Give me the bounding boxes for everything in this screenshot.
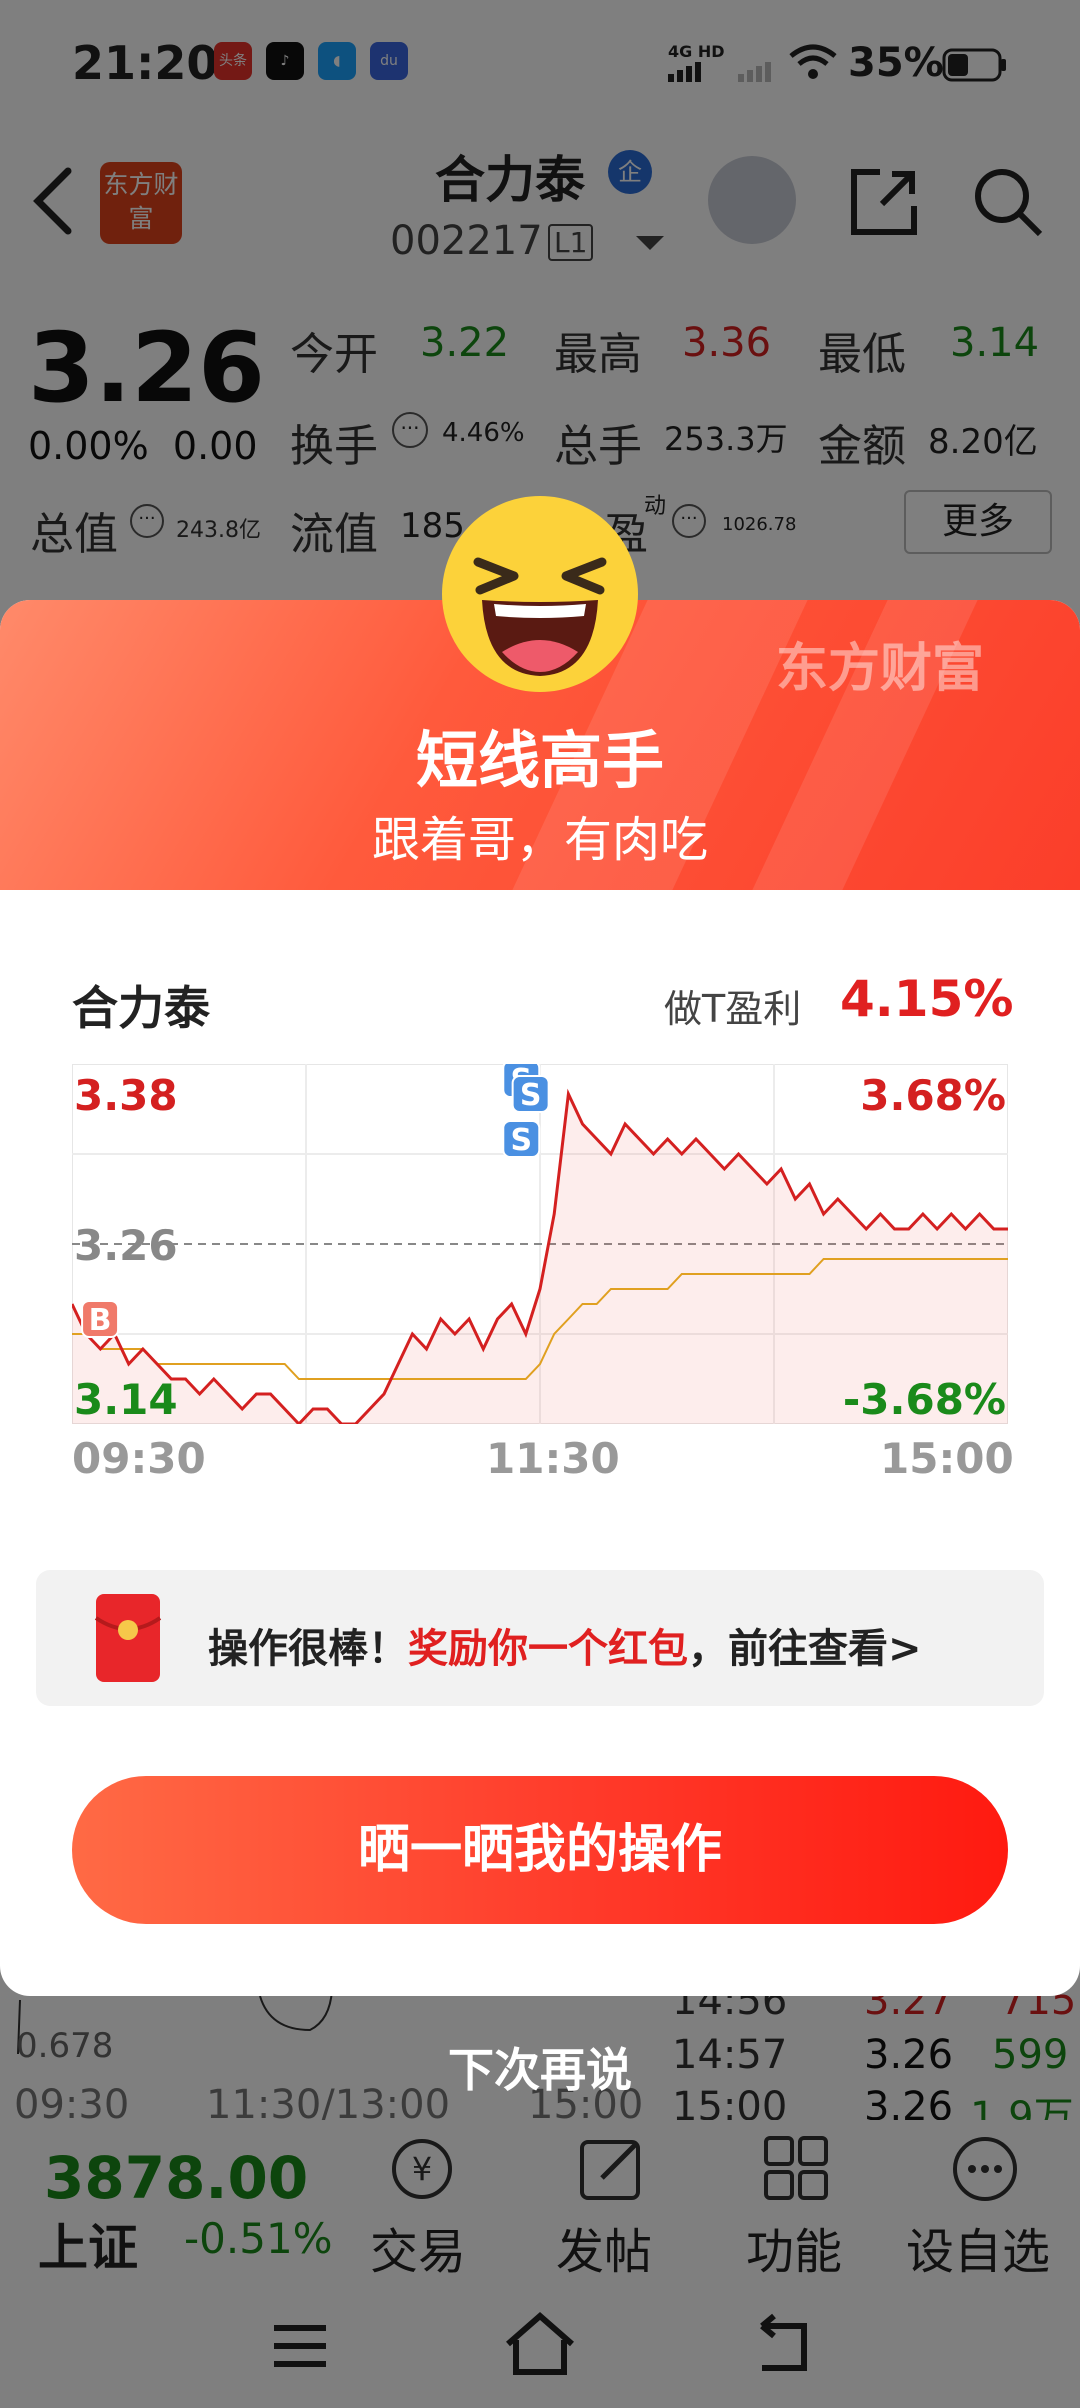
reward-highlight: 奖励你一个红包	[408, 1626, 688, 1672]
y-right-top: 3.68%	[860, 1071, 1006, 1120]
sell-marker: S	[502, 1120, 541, 1158]
svg-text:B: B	[89, 1303, 112, 1338]
x-label-start: 09:30	[72, 1434, 206, 1483]
brand-watermark: 东方财富	[776, 639, 985, 699]
red-packet-icon	[94, 1594, 162, 1682]
profit-label: 做T盈利	[664, 987, 802, 1031]
y-label-top: 3.38	[74, 1071, 178, 1120]
reward-prefix: 操作很棒！	[208, 1626, 408, 1672]
share-operation-button[interactable]: 晒一晒我的操作	[72, 1776, 1008, 1924]
y-label-bottom: 3.14	[74, 1375, 178, 1424]
dismiss-link[interactable]: 下次再说	[0, 2034, 1080, 2100]
dialog-subtitle: 跟着哥，有肉吃	[371, 812, 708, 868]
svg-text:S: S	[510, 1123, 532, 1158]
intraday-chart: BSSS 3.38 3.26 3.14 3.68% -3.68%	[72, 1064, 1008, 1424]
profit-value: 4.15%	[840, 970, 1014, 1028]
card-stock-name: 合力泰	[72, 981, 210, 1035]
reward-suffix: ，前往查看>	[688, 1626, 922, 1672]
x-label-end: 15:00	[880, 1434, 1014, 1483]
y-right-bottom: -3.68%	[843, 1375, 1006, 1424]
svg-text:S: S	[520, 1078, 542, 1113]
x-label-mid: 11:30	[486, 1434, 620, 1483]
sell-marker: S	[511, 1075, 550, 1113]
achievement-dialog: 东方财富 短线高手 跟着哥，有肉吃 合力泰 做T盈利 4.15% BSSS 3.…	[0, 600, 1080, 1996]
y-label-mid: 3.26	[74, 1221, 178, 1270]
buy-marker: B	[81, 1300, 120, 1338]
reward-link[interactable]: 操作很棒！奖励你一个红包，前往查看>	[208, 1616, 922, 1674]
laughing-emoji-icon	[442, 496, 638, 692]
dialog-title: 短线高手	[415, 724, 664, 797]
